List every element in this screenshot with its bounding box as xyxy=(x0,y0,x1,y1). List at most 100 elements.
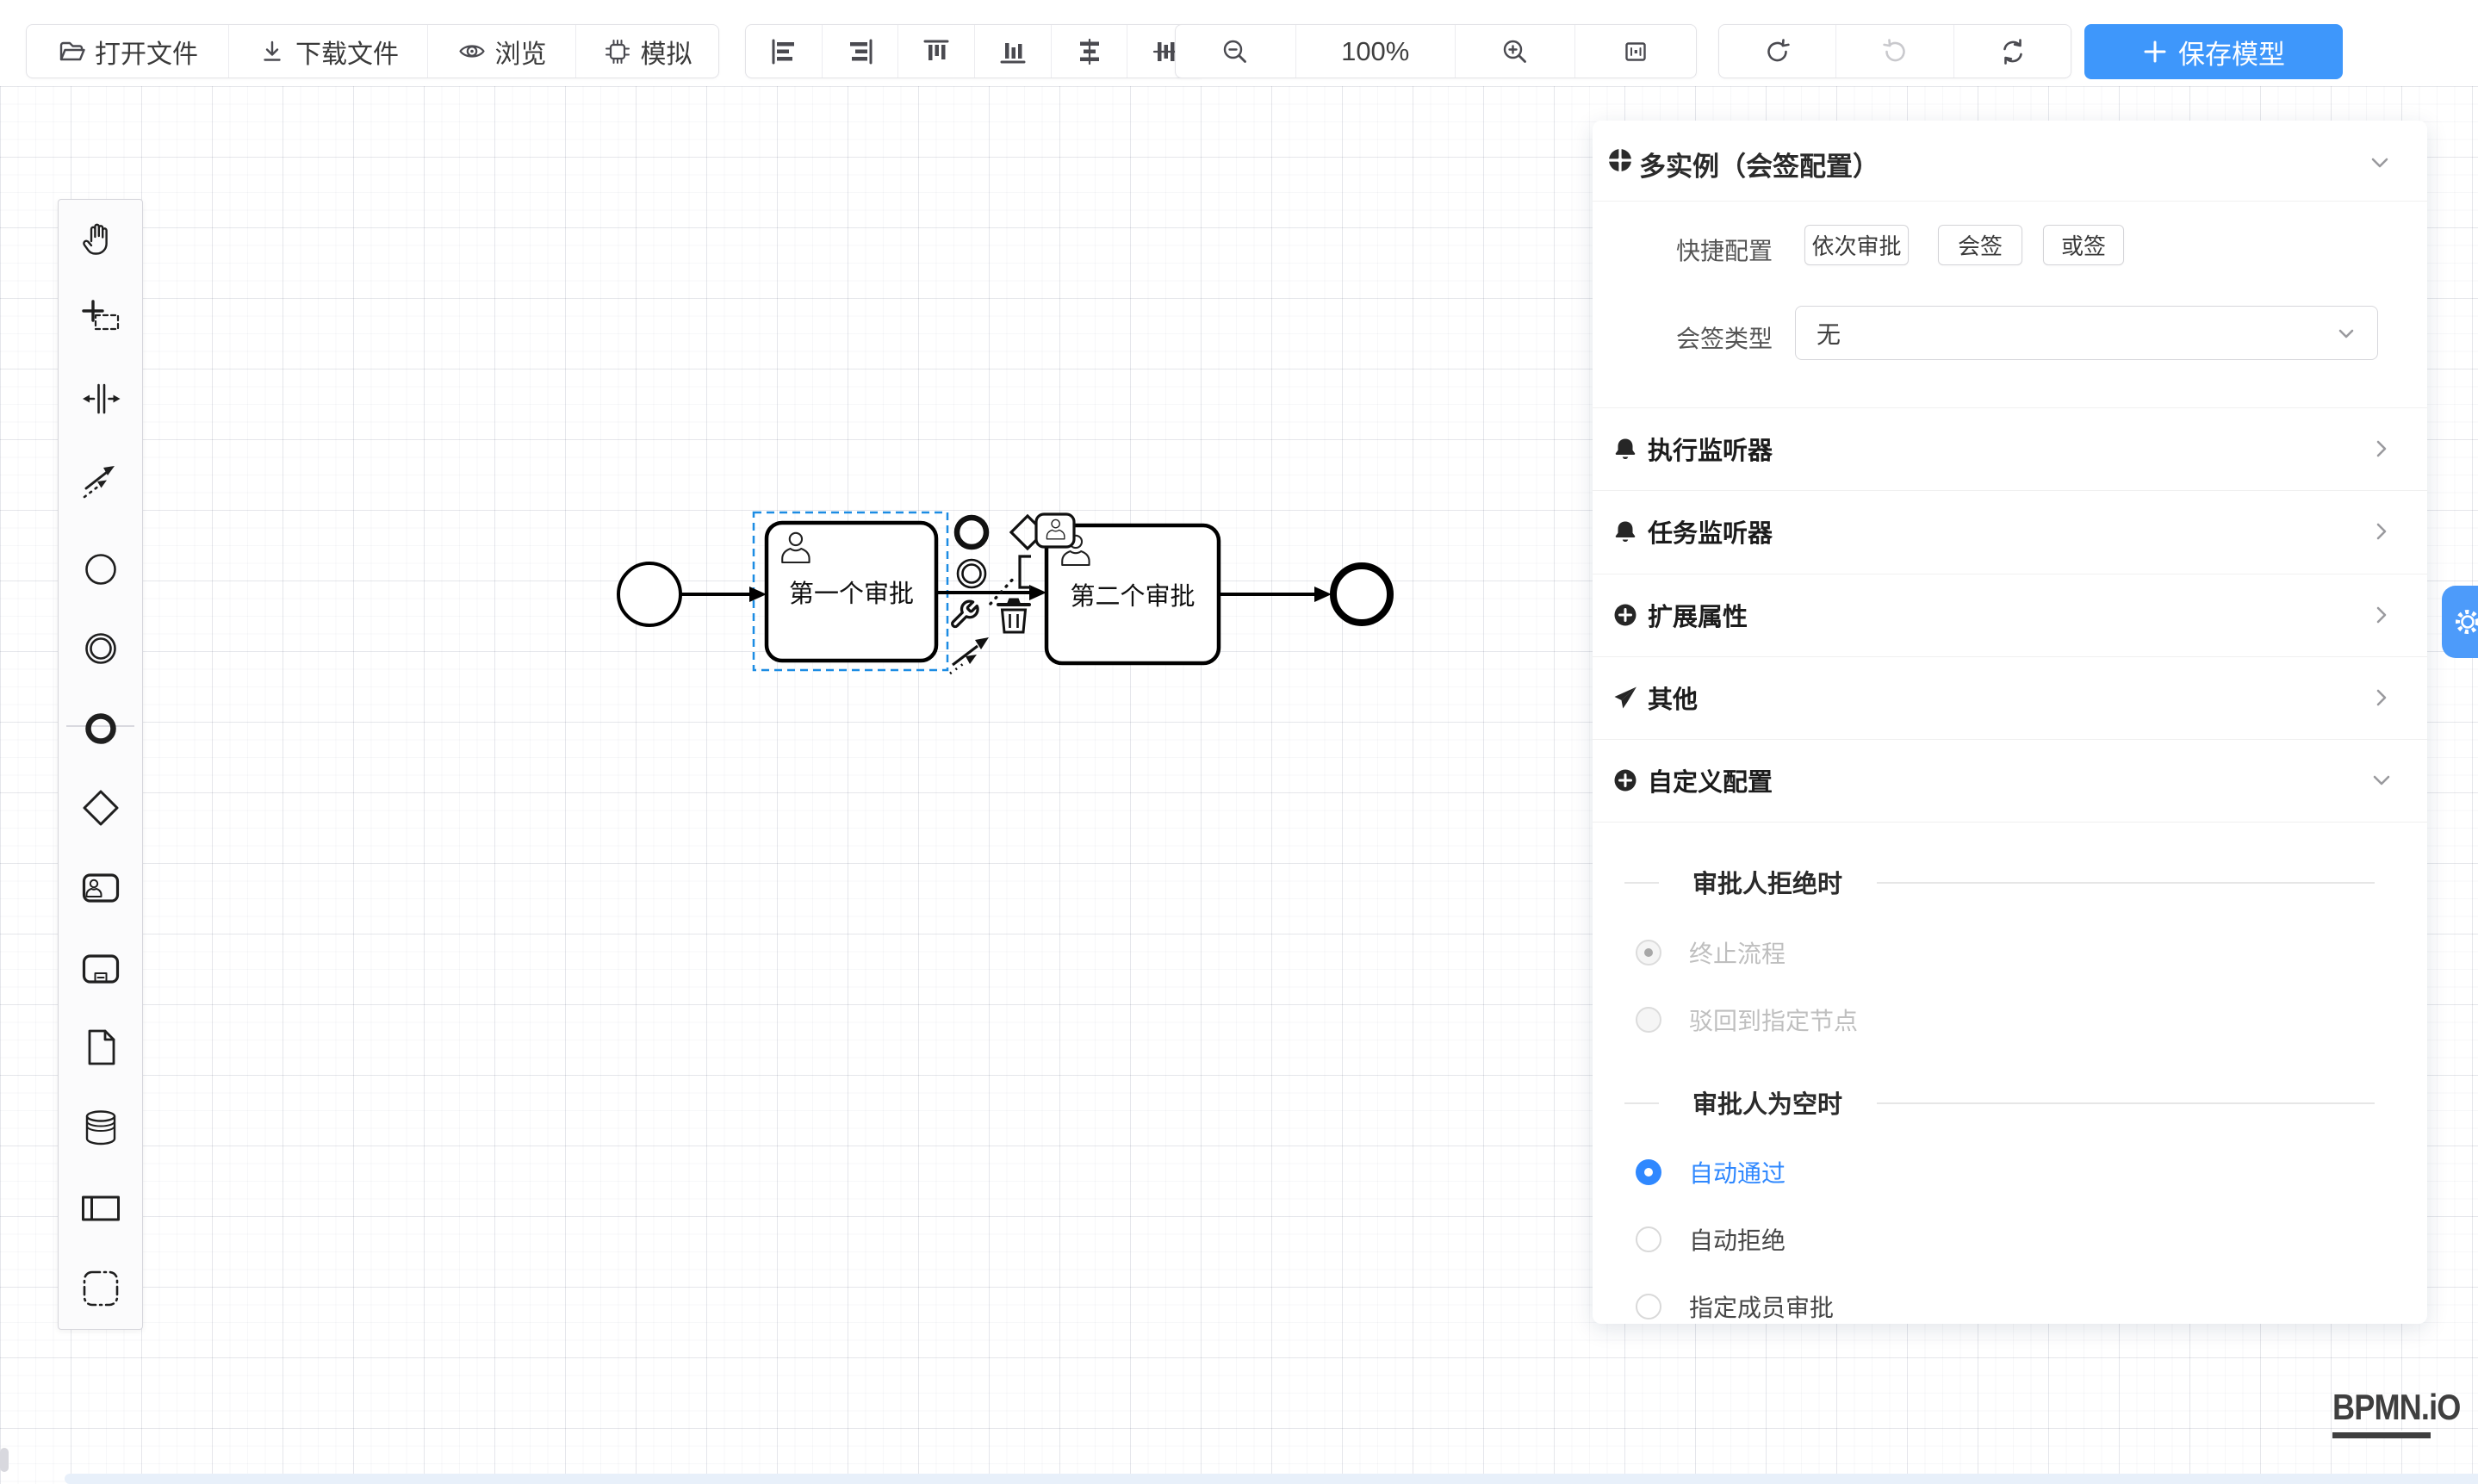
toolbar-file-group: 打开文件 下载文件 浏览 模拟 xyxy=(26,24,719,78)
eye-icon xyxy=(457,37,487,66)
section-label: 其他 xyxy=(1648,680,1698,716)
chevron-down-icon[interactable] xyxy=(2369,152,2391,174)
start-event-icon xyxy=(81,550,121,589)
bpmn-io-logo[interactable]: BPMN.iO xyxy=(2332,1387,2478,1438)
align-left-icon xyxy=(769,37,798,66)
settings-tab[interactable] xyxy=(2442,586,2478,658)
undo-icon xyxy=(1762,36,1793,67)
refresh-button[interactable] xyxy=(1954,25,2071,78)
toolbar-zoom-group: 100% xyxy=(1175,24,1697,78)
radio-terminate[interactable]: 终止流程 xyxy=(1636,934,2393,972)
refresh-icon xyxy=(1997,36,2028,67)
align-top-button[interactable] xyxy=(898,25,975,78)
open-file-button[interactable]: 打开文件 xyxy=(27,25,229,78)
lasso-tool[interactable] xyxy=(81,300,121,339)
section-label: 自定义配置 xyxy=(1648,762,1773,798)
intermediate-event-icon xyxy=(81,629,121,668)
zoom-out-button[interactable] xyxy=(1176,25,1296,78)
undo-button[interactable] xyxy=(1719,25,1836,78)
simulate-button[interactable]: 模拟 xyxy=(576,25,718,78)
radio-label: 指定成员审批 xyxy=(1689,1289,1834,1324)
fit-viewport-button[interactable] xyxy=(1575,25,1696,78)
task-first-label[interactable]: 第一个审批 xyxy=(767,523,936,661)
redo-button[interactable] xyxy=(1836,25,1954,78)
align-right-icon xyxy=(846,37,875,66)
radio-assign-member[interactable]: 指定成员审批 xyxy=(1636,1288,2393,1326)
create-data-store[interactable] xyxy=(81,1108,121,1147)
empty-group-title: 审批人为空时 xyxy=(1692,1084,1842,1121)
align-center-button[interactable] xyxy=(1052,25,1128,78)
toolbar-history-group xyxy=(1718,24,2071,78)
create-gateway[interactable] xyxy=(81,788,121,828)
radio-label: 自动通过 xyxy=(1689,1155,1786,1189)
align-right-button[interactable] xyxy=(823,25,899,78)
plus-icon xyxy=(2142,39,2168,65)
chevron-right-icon xyxy=(2370,604,2393,626)
task-second-label[interactable]: 第二个审批 xyxy=(1046,525,1219,663)
send-icon xyxy=(1612,684,1639,711)
radio-label: 自动拒绝 xyxy=(1689,1222,1786,1257)
section-custom-config[interactable]: 自定义配置 xyxy=(1593,739,2427,822)
create-start-event[interactable] xyxy=(81,550,121,589)
zoom-level[interactable]: 100% xyxy=(1296,25,1456,78)
save-model-label: 保存模型 xyxy=(2178,33,2285,71)
folder-open-icon xyxy=(57,37,86,66)
section-label: 任务监听器 xyxy=(1648,513,1773,550)
vertical-scrollbar-thumb[interactable] xyxy=(0,1448,9,1472)
radio-auto-pass[interactable]: 自动通过 xyxy=(1636,1153,2393,1191)
sign-type-select[interactable]: 无 xyxy=(1795,306,2378,360)
align-left-button[interactable] xyxy=(746,25,823,78)
align-center-icon xyxy=(1075,37,1104,66)
user-task-icon xyxy=(81,868,121,908)
data-object-icon xyxy=(81,1028,121,1067)
preview-button[interactable]: 浏览 xyxy=(428,25,576,78)
hand-tool[interactable] xyxy=(81,220,121,260)
chip-icon xyxy=(603,37,632,66)
create-end-event[interactable] xyxy=(81,709,121,748)
hand-icon xyxy=(81,220,121,260)
gear-icon xyxy=(2452,606,2478,637)
group-icon xyxy=(81,1269,121,1308)
horizontal-scrollbar[interactable] xyxy=(65,1474,2478,1484)
quick-config-label: 快捷配置 xyxy=(1593,233,1773,267)
zoom-out-icon xyxy=(1220,37,1250,66)
section-execution-listener[interactable]: 执行监听器 xyxy=(1593,407,2427,490)
create-data-object[interactable] xyxy=(81,1028,121,1067)
quick-option-orsign[interactable]: 或签 xyxy=(2043,225,2124,265)
radio-auto-reject[interactable]: 自动拒绝 xyxy=(1636,1220,2393,1258)
section-other[interactable]: 其他 xyxy=(1593,656,2427,739)
simulate-label: 模拟 xyxy=(641,33,692,71)
preview-label: 浏览 xyxy=(495,33,547,71)
sign-type-value: 无 xyxy=(1817,316,1841,351)
radio-rollback[interactable]: 驳回到指定节点 xyxy=(1636,1001,2393,1039)
sign-type-label: 会签类型 xyxy=(1593,320,1773,355)
quick-option-sequential[interactable]: 依次审批 xyxy=(1804,225,1909,265)
open-file-label: 打开文件 xyxy=(95,33,198,71)
bell-icon xyxy=(1612,435,1639,463)
section-extended-properties[interactable]: 扩展属性 xyxy=(1593,574,2427,656)
create-user-task[interactable] xyxy=(81,868,121,908)
space-tool[interactable] xyxy=(81,379,121,419)
divider xyxy=(1593,822,2427,823)
reject-group-divider: 审批人拒绝时 xyxy=(1593,869,2427,895)
zoom-in-button[interactable] xyxy=(1456,25,1576,78)
chevron-down-icon xyxy=(2370,769,2393,792)
section-task-listener[interactable]: 任务监听器 xyxy=(1593,490,2427,573)
panel-title: 多实例（会签配置） xyxy=(1639,145,1879,183)
bpmn-io-logo-text: BPMN.iO xyxy=(2332,1387,2460,1428)
create-group[interactable] xyxy=(81,1269,121,1308)
connect-icon xyxy=(81,460,121,500)
align-bottom-button[interactable] xyxy=(975,25,1052,78)
multi-instance-icon xyxy=(1605,146,1635,175)
save-model-button[interactable]: 保存模型 xyxy=(2084,24,2343,79)
create-participant[interactable] xyxy=(81,1189,121,1228)
download-file-button[interactable]: 下载文件 xyxy=(229,25,428,78)
global-connect-tool[interactable] xyxy=(81,460,121,500)
divider xyxy=(1593,201,2427,202)
create-intermediate-event[interactable] xyxy=(81,629,121,668)
radio-circle xyxy=(1636,1294,1661,1319)
participant-icon xyxy=(81,1189,121,1228)
quick-option-countersign[interactable]: 会签 xyxy=(1938,225,2022,265)
toolbar-align-group xyxy=(745,24,1205,78)
create-subprocess[interactable] xyxy=(81,949,121,989)
